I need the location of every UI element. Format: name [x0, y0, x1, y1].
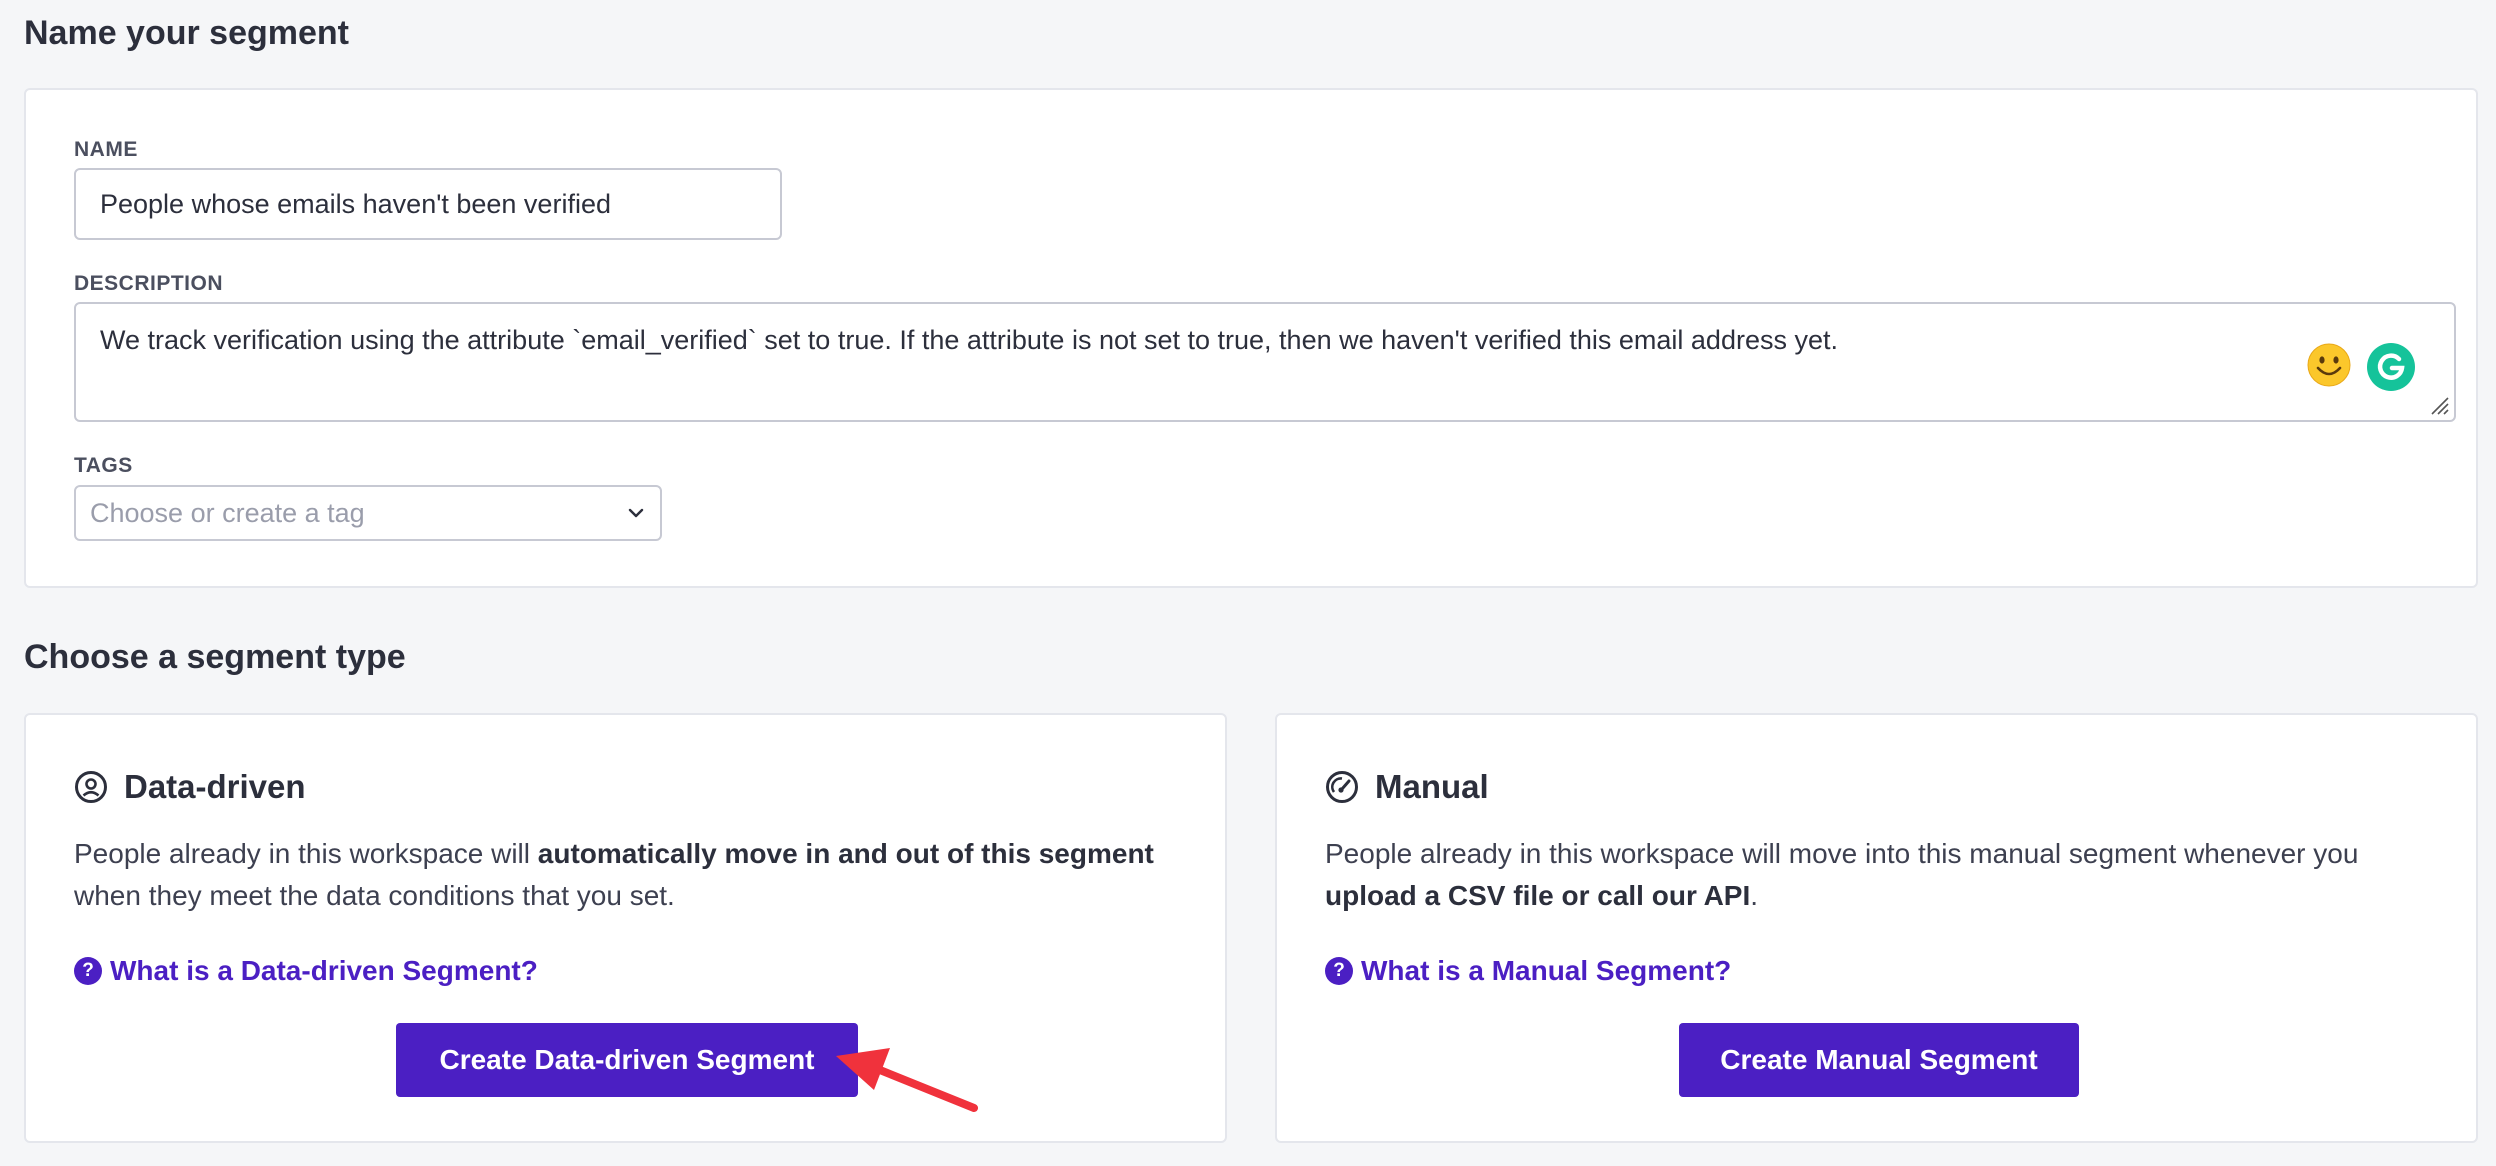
description-textarea[interactable]: We track verification using the attribut…: [74, 302, 2456, 422]
tags-label: TAGS: [74, 454, 133, 477]
description-text: We track verification using the attribut…: [100, 325, 1838, 355]
create-data-driven-segment-button[interactable]: Create Data-driven Segment: [396, 1023, 858, 1097]
chevron-down-icon: [628, 508, 644, 518]
gauge-icon: [1326, 771, 1358, 803]
name-section-title: Name your segment: [24, 14, 349, 52]
question-icon: ?: [1325, 957, 1353, 985]
name-card: NAME People whose emails haven't been ve…: [24, 88, 2478, 588]
user-circle-icon: [75, 771, 107, 803]
question-icon: ?: [74, 957, 102, 985]
name-input[interactable]: People whose emails haven't been verifie…: [74, 168, 782, 240]
manual-card: Manual People already in this workspace …: [1275, 713, 2478, 1143]
manual-help-text: What is a Manual Segment?: [1361, 955, 1732, 986]
manual-header: Manual: [1325, 767, 1489, 807]
data-driven-title: Data-driven: [124, 768, 306, 805]
tags-select[interactable]: Choose or create a tag: [74, 485, 662, 541]
create-manual-segment-button[interactable]: Create Manual Segment: [1679, 1023, 2079, 1097]
description-label: DESCRIPTION: [74, 272, 224, 295]
manual-title: Manual: [1375, 768, 1489, 805]
data-driven-card: Data-driven People already in this works…: [24, 713, 1227, 1143]
type-section-title: Choose a segment type: [24, 638, 406, 676]
data-driven-help-text: What is a Data-driven Segment?: [110, 955, 538, 986]
segment-page: Name your segment NAME People whose emai…: [0, 0, 2496, 1166]
grammarly-icon[interactable]: [2366, 342, 2416, 392]
manual-help-link[interactable]: ? What is a Manual Segment?: [1325, 955, 1731, 987]
name-label: NAME: [74, 138, 138, 161]
data-driven-description: People already in this workspace will au…: [74, 838, 1154, 911]
data-driven-help-link[interactable]: ? What is a Data-driven Segment?: [74, 955, 538, 987]
smiley-emoji-icon[interactable]: [2306, 342, 2352, 388]
data-driven-header: Data-driven: [74, 767, 306, 807]
resize-handle-icon[interactable]: [2428, 394, 2450, 416]
tags-placeholder: Choose or create a tag: [90, 498, 365, 528]
manual-description: People already in this workspace will mo…: [1325, 838, 2359, 911]
